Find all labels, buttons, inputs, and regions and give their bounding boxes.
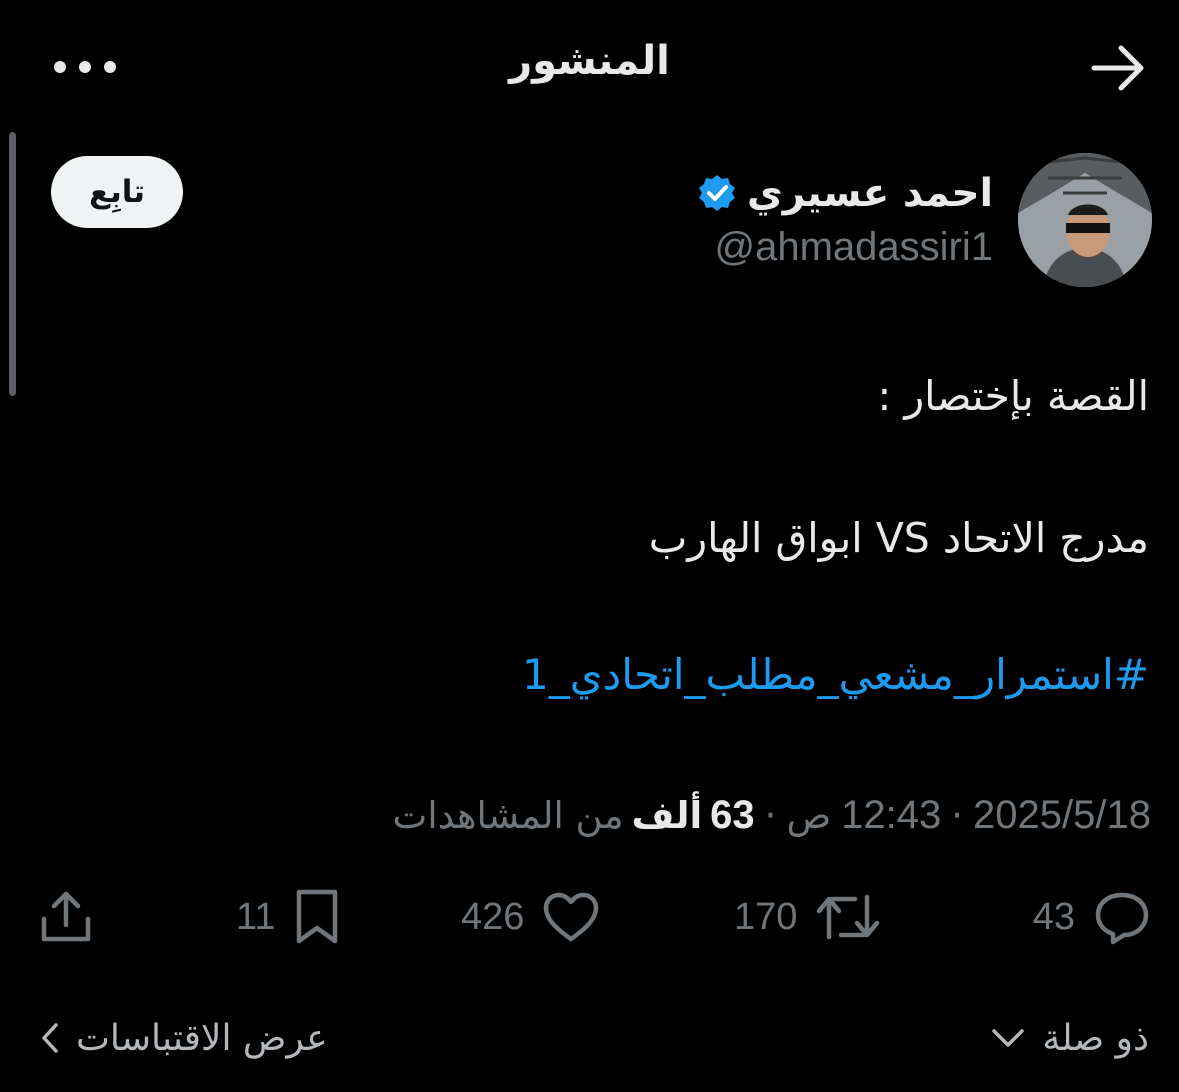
bookmark-count: 11 — [236, 895, 276, 938]
avatar-image — [1018, 153, 1152, 287]
repost-button[interactable]: 170 — [734, 884, 881, 950]
relevance-dropdown[interactable]: ذو صلة — [990, 1010, 1149, 1066]
chevron-left-icon — [42, 1023, 58, 1053]
repost-icon — [817, 894, 880, 940]
hashtag-link[interactable]: #استمرار_مشعي_مطلب_اتحادي_1 — [522, 650, 1149, 699]
bookmark-icon — [297, 889, 338, 944]
post-page: المنشور احمد عسيري @ahmadassiri1 تابِع ا… — [0, 0, 1179, 1092]
post-date: 2025/5/18 — [973, 792, 1151, 837]
views-number: 63 — [710, 792, 755, 837]
post-text-line: مدرج الاتحاد VS ابواق الهارب — [648, 514, 1149, 562]
scrollbar[interactable] — [9, 132, 16, 396]
like-count: 426 — [461, 895, 525, 938]
heart-icon — [544, 892, 599, 942]
views-label: من المشاهدات — [392, 793, 624, 837]
post-time: 12:43 — [841, 792, 942, 837]
post-text-line: القصة بإختصار : — [877, 372, 1149, 420]
reply-button[interactable]: 43 — [1033, 884, 1151, 950]
header: المنشور — [0, 0, 1179, 130]
verified-badge-icon — [699, 175, 736, 211]
meta-separator: · — [951, 793, 964, 837]
like-button[interactable]: 426 — [461, 884, 600, 950]
author-name-row[interactable]: احمد عسيري — [697, 166, 993, 220]
reply-icon — [1095, 892, 1149, 945]
views-count[interactable]: 63 ألف من المشاهدات — [393, 793, 755, 838]
reply-count: 43 — [1032, 895, 1075, 938]
page-title: المنشور — [509, 38, 670, 84]
author-handle[interactable]: @ahmadassiri1 — [715, 225, 994, 270]
view-quotes-link[interactable]: عرض الاقتباسات — [40, 1010, 328, 1066]
bookmark-button[interactable]: 11 — [236, 884, 341, 950]
repost-count: 170 — [734, 895, 798, 938]
view-quotes-label: عرض الاقتباسات — [76, 1017, 328, 1059]
share-icon — [41, 891, 91, 942]
meta-separator: · — [764, 793, 777, 837]
post-time-period: ص — [786, 793, 832, 837]
follow-button[interactable]: تابِع — [51, 156, 183, 228]
back-button[interactable] — [1089, 42, 1149, 94]
arrow-right-icon — [1091, 45, 1144, 91]
share-button[interactable] — [38, 884, 94, 950]
avatar[interactable] — [1018, 153, 1152, 287]
views-unit: ألف — [631, 793, 703, 837]
chevron-down-icon — [992, 1029, 1025, 1047]
author-name[interactable]: احمد عسيري — [747, 171, 993, 216]
post-meta: 2025/5/18 · 12:43 ص · 63 ألف من المشاهدا… — [393, 790, 1151, 840]
relevance-label: ذو صلة — [1042, 1017, 1149, 1059]
